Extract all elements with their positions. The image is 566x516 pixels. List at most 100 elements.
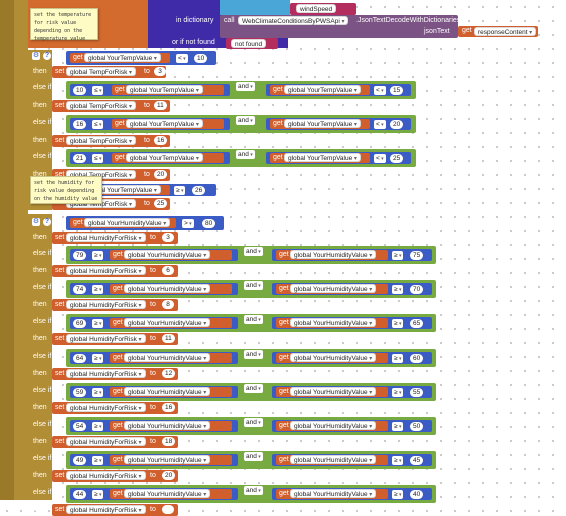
response-var-selector[interactable]: responseContent [474,27,537,36]
lower-bound-number[interactable]: 21 [73,154,87,163]
lower-operator[interactable]: ≥ [92,388,104,397]
get-humidity-value-block[interactable]: get global YourHumidityValue [110,489,232,499]
humidity-var-selector[interactable]: global YourHumidityValue [290,455,377,464]
risk-number[interactable]: 16 [154,136,168,145]
lower-compare-block[interactable]: 59 ≥ get global YourHumidityValue [70,386,238,398]
get-humidity-value-block[interactable]: get global YourHumidityValue [110,353,232,363]
and-operator[interactable]: and [244,418,263,427]
set-temp-risk-block[interactable]: set global TempForRisk to 11 [52,100,170,112]
get-humidity-value-block[interactable]: get global YourHumidityValue [276,455,388,465]
lower-compare-block[interactable]: 54 ≥ get global YourHumidityValue [70,420,238,432]
and-block[interactable]: 54 ≥ get global YourHumidityValue and ge… [66,417,436,435]
set-humidity-risk-block[interactable]: set global HumidityForRisk to 6 [52,265,178,277]
and-block[interactable]: 16 ≤ get global YourTempValue and get gl… [66,115,416,133]
upper-compare-block[interactable]: get global YourHumidityValue ≥ 70 [272,283,432,295]
lower-operator[interactable]: ≤ [92,154,104,163]
set-humidity-risk-block[interactable]: set global HumidityForRisk to 12 [52,368,178,380]
lower-compare-block[interactable]: 69 ≥ get global YourHumidityValue [70,317,238,329]
upper-compare-block[interactable]: get global YourHumidityValue ≥ 65 [272,317,432,329]
upper-bound-number[interactable]: 55 [410,388,424,397]
temp-var-selector[interactable]: global YourTempValue [126,153,203,162]
and-operator[interactable]: and [236,82,255,91]
upper-bound-number[interactable]: 25 [390,154,404,163]
upper-compare-block[interactable]: get global YourHumidityValue ≥ 50 [272,420,432,432]
lower-compare-block[interactable]: 49 ≥ get global YourHumidityValue [70,454,238,466]
risk-number[interactable]: 11 [162,334,175,343]
get-temp-value-block[interactable]: get global YourTempValue [112,119,224,129]
set-humidity-risk-block[interactable]: set global HumidityForRisk to 18 [52,436,178,448]
lower-operator[interactable]: ≥ [92,422,104,431]
get-temp-value-block[interactable]: get global YourTempValue [70,53,170,63]
set-humidity-risk-block[interactable]: set global HumidityForRisk to 20 [52,470,178,482]
compare-number[interactable]: 10 [194,54,208,63]
temp-risk-var-selector[interactable]: global TempForRisk [66,101,137,110]
set-humidity-risk-block[interactable]: set global HumidityForRisk to 11 [52,333,178,345]
and-block[interactable]: 10 ≤ get global YourTempValue and get gl… [66,81,416,99]
lower-compare-block[interactable]: 74 ≥ get global YourHumidityValue [70,283,238,295]
and-operator[interactable]: and [244,315,263,324]
lower-operator[interactable]: ≥ [92,354,104,363]
get-humidity-value-block[interactable]: get global YourHumidityValue [276,387,388,397]
and-block[interactable]: 59 ≥ get global YourHumidityValue and ge… [66,383,436,401]
risk-number[interactable]: 18 [162,437,176,446]
humidity-var-selector[interactable]: global YourHumidityValue [290,387,377,396]
and-block[interactable]: 79 ≥ get global YourHumidityValue and ge… [66,246,436,264]
humidity-risk-var-selector[interactable]: global HumidityForRisk [66,266,146,275]
lower-compare-block[interactable]: 16 ≤ get global YourTempValue [70,118,230,130]
upper-operator[interactable]: ≥ [392,490,404,499]
upper-operator[interactable]: < [374,154,386,163]
set-humidity-risk-block[interactable]: set global HumidityForRisk to 8 [52,299,178,311]
lower-operator[interactable]: ≥ [92,251,104,260]
lower-bound-number[interactable]: 59 [73,388,87,397]
upper-operator[interactable]: ≥ [392,251,404,260]
upper-operator[interactable]: ≥ [392,354,404,363]
temp-var-selector[interactable]: global YourTempValue [284,119,361,128]
risk-number[interactable]: 20 [154,170,168,179]
and-block[interactable]: 69 ≥ get global YourHumidityValue and ge… [66,314,436,332]
and-block[interactable]: 49 ≥ get global YourHumidityValue and ge… [66,451,436,469]
humidity-var-selector[interactable]: global YourHumidityValue [124,489,211,498]
upper-bound-number[interactable]: 65 [410,319,424,328]
gear-icon[interactable]: ⚙ [32,218,40,226]
get-humidity-value-block[interactable]: get global YourHumidityValue [110,455,232,465]
lower-bound-number[interactable]: 69 [73,319,87,328]
compare-operator[interactable]: < [176,54,188,63]
risk-number[interactable]: 25 [154,199,168,208]
humidity-var-selector[interactable]: global YourHumidityValue [124,353,211,362]
get-temp-value-block[interactable]: get global YourTempValue [112,85,224,95]
get-humidity-value-block[interactable]: get global YourHumidityValue [110,284,232,294]
get-humidity-value-block[interactable]: get global YourHumidityValue [70,218,176,228]
get-humidity-value-block[interactable]: get global YourHumidityValue [276,489,388,499]
temp-var-selector[interactable]: global YourTempValue [284,85,361,94]
upper-bound-number[interactable]: 40 [410,490,424,499]
lower-compare-block[interactable]: 64 ≥ get global YourHumidityValue [70,352,238,364]
ge-number[interactable]: 26 [192,186,206,195]
upper-compare-block[interactable]: get global YourTempValue < 25 [266,152,411,164]
risk-number[interactable]: 6 [162,266,174,275]
humidity-risk-var-selector[interactable]: global HumidityForRisk [66,471,146,480]
help-icon[interactable]: ? [43,218,51,226]
temperature-comment[interactable]: set the temperature for risk value depen… [30,8,98,42]
temp-var-selector[interactable]: global YourTempValue [126,85,203,94]
and-operator[interactable]: and [236,116,255,125]
upper-bound-number[interactable]: 20 [390,120,404,129]
lower-bound-number[interactable]: 54 [73,422,87,431]
get-humidity-value-block[interactable]: get global YourHumidityValue [110,318,232,328]
temp-var-selector[interactable]: global YourTempValue [126,119,203,128]
and-block[interactable]: 74 ≥ get global YourHumidityValue and ge… [66,280,436,298]
and-operator[interactable]: and [244,350,263,359]
outer-event-spine[interactable] [0,0,14,500]
lower-bound-number[interactable]: 10 [73,86,87,95]
and-block[interactable]: 21 ≤ get global YourTempValue and get gl… [66,149,416,167]
risk-number[interactable] [162,505,174,514]
set-humidity-risk-block[interactable]: set global HumidityForRisk to 3 [52,232,178,244]
upper-operator[interactable]: < [374,86,386,95]
upper-compare-block[interactable]: get global YourHumidityValue ≥ 45 [272,454,432,466]
get-temp-value-block[interactable]: get global YourTempValue [270,153,370,163]
upper-operator[interactable]: ≥ [392,319,404,328]
lower-operator[interactable]: ≥ [92,285,104,294]
humidity-var-selector[interactable]: global YourHumidityValue [290,353,377,362]
help-icon[interactable]: ? [43,52,51,60]
not-found-text-block[interactable]: not found [226,38,278,49]
humidity-var-selector[interactable]: global YourHumidityValue [290,284,377,293]
